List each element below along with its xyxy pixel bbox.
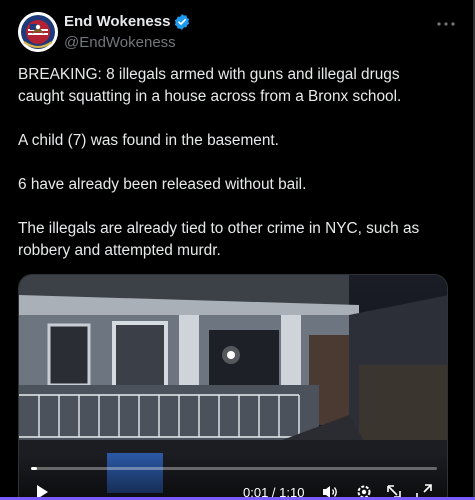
video-player[interactable]: 0:01 / 1:10 xyxy=(18,274,448,500)
display-name-row: End Wokeness xyxy=(64,12,191,32)
verified-badge-icon[interactable] xyxy=(173,13,191,31)
display-name[interactable]: End Wokeness xyxy=(64,12,170,32)
handle[interactable]: @EndWokeness xyxy=(64,33,191,53)
more-horizontal-icon[interactable] xyxy=(434,14,458,34)
tweet-header: End Wokeness @EndWokeness xyxy=(18,12,458,56)
tweet-paragraph: A child (7) was found in the basement. xyxy=(18,132,279,149)
tweet-text: BREAKING: 8 illegals armed with guns and… xyxy=(18,64,448,284)
video-progress-bar[interactable] xyxy=(31,467,437,470)
video-progress-fill xyxy=(31,467,37,470)
video-controls xyxy=(19,453,447,500)
tweet-paragraph: BREAKING: 8 illegals armed with guns and… xyxy=(18,66,402,105)
tweet-paragraph: 6 have already been released without bai… xyxy=(18,176,307,193)
author-names: End Wokeness @EndWokeness xyxy=(64,12,191,53)
eagle-flag-emblem-icon xyxy=(18,12,58,52)
avatar[interactable] xyxy=(18,12,58,52)
tweet-paragraph: The illegals are already tied to other c… xyxy=(18,220,420,259)
